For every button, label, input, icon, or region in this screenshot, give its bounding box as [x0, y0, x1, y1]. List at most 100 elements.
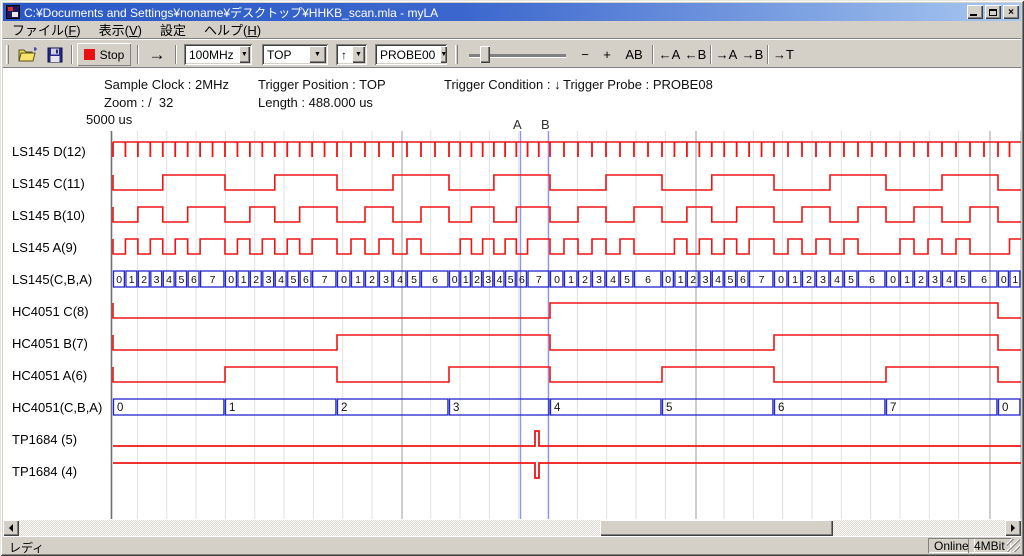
save-file-button[interactable] — [42, 43, 67, 66]
svg-text:5: 5 — [411, 274, 417, 286]
zoom-slider-thumb[interactable] — [480, 46, 490, 63]
svg-text:4: 4 — [946, 274, 952, 286]
channel-trace-5 — [113, 303, 1021, 318]
svg-text:0: 0 — [116, 274, 122, 286]
svg-text:6: 6 — [303, 274, 309, 286]
stop-button[interactable]: Stop — [77, 43, 131, 66]
scroll-right-button[interactable] — [1005, 520, 1021, 536]
dropdown-arrow-icon[interactable]: ▼ — [239, 46, 250, 63]
channel-trace-7 — [113, 367, 1021, 382]
horizontal-scrollbar[interactable] — [3, 520, 1021, 536]
bus-cell — [663, 399, 773, 415]
goto-trigger-button[interactable]: →T — [771, 43, 796, 66]
svg-text:1: 1 — [355, 274, 361, 286]
svg-text:4: 4 — [834, 274, 840, 286]
svg-text:1: 1 — [792, 274, 798, 286]
goto-cursor-a-button[interactable]: →A — [714, 43, 739, 66]
svg-text:4: 4 — [554, 402, 561, 414]
channel-trace-10 — [113, 463, 1021, 478]
svg-text:2: 2 — [582, 274, 588, 286]
menu-item[interactable]: ファイル(F) — [3, 19, 90, 40]
svg-text:6: 6 — [645, 274, 651, 286]
open-file-button[interactable] — [15, 43, 40, 66]
channel-trace-0 — [113, 142, 1021, 157]
app-icon — [6, 5, 20, 19]
bus-cell — [114, 399, 224, 415]
dropdown-arrow-icon[interactable]: ▼ — [309, 46, 326, 63]
svg-text:6: 6 — [869, 274, 875, 286]
toolbar-separator — [767, 45, 769, 64]
status-bar: レディ Online 4MBit — [3, 536, 1021, 553]
svg-text:3: 3 — [453, 402, 459, 414]
svg-text:5: 5 — [848, 274, 854, 286]
svg-text:5: 5 — [179, 274, 185, 286]
svg-text:0: 0 — [890, 274, 896, 286]
svg-text:3: 3 — [266, 274, 272, 286]
plus-icon: + — [603, 47, 611, 62]
dropdown-arrow-icon[interactable]: ▼ — [440, 46, 447, 63]
menu-item[interactable]: 設定 — [151, 19, 195, 40]
svg-text:2: 2 — [918, 274, 924, 286]
svg-text:0: 0 — [554, 274, 560, 286]
zoom-ab-button[interactable]: AB — [621, 43, 647, 66]
svg-text:6: 6 — [432, 274, 438, 286]
svg-text:1: 1 — [129, 274, 135, 286]
trigger-probe-select[interactable]: PROBE00 ▼ — [375, 44, 447, 65]
waveform-svg[interactable]: 0123456701234567012345601234567012345601… — [3, 69, 1021, 536]
svg-text:1: 1 — [904, 274, 910, 286]
maximize-icon — [989, 9, 997, 16]
maximize-button[interactable] — [985, 5, 1001, 19]
channel-trace-6 — [113, 335, 1021, 350]
svg-text:5: 5 — [960, 274, 966, 286]
set-cursor-a-button[interactable]: ←A — [657, 43, 682, 66]
svg-text:7: 7 — [210, 274, 216, 286]
toolbar: Stop → 100MHz ▼ TOP ▼ ↑ ▼ PROBE00 ▼ − + … — [3, 41, 1021, 68]
svg-text:3: 3 — [703, 274, 709, 286]
svg-text:6: 6 — [191, 274, 197, 286]
menu-item[interactable]: ヘルプ(H) — [195, 19, 270, 40]
sample-clock-select[interactable]: 100MHz ▼ — [184, 44, 252, 65]
svg-text:0: 0 — [778, 274, 784, 286]
trigger-position-value: TOP — [262, 48, 307, 62]
svg-text:3: 3 — [596, 274, 602, 286]
resize-grip[interactable] — [1007, 539, 1020, 552]
bus-cell — [338, 399, 448, 415]
waveform-client-area: Sample Clock : 2MHz Trigger Position : T… — [3, 69, 1021, 536]
app-window: C:¥Documents and Settings¥noname¥デスクトップ¥… — [0, 0, 1024, 556]
svg-text:6: 6 — [981, 274, 987, 286]
svg-text:0: 0 — [341, 274, 347, 286]
right-a-icon: →A — [716, 47, 738, 62]
scroll-left-button[interactable] — [3, 520, 19, 536]
svg-text:3: 3 — [820, 274, 826, 286]
channel-trace-8: 012345670 — [114, 399, 1020, 415]
toolbar-separator — [71, 45, 73, 64]
bus-cell — [226, 399, 336, 415]
run-button[interactable]: → — [143, 43, 171, 66]
close-button[interactable]: × — [1003, 5, 1019, 19]
goto-cursor-b-button[interactable]: →B — [740, 43, 765, 66]
menu-item[interactable]: 表示(V) — [90, 19, 151, 40]
svg-text:7: 7 — [890, 402, 896, 414]
trigger-probe-value: PROBE00 — [375, 48, 438, 62]
svg-text:1: 1 — [568, 274, 574, 286]
svg-text:5: 5 — [291, 274, 297, 286]
svg-text:0: 0 — [1001, 274, 1007, 286]
trigger-edge-select[interactable]: ↑ ▼ — [336, 44, 367, 65]
scrollbar-thumb[interactable] — [600, 520, 833, 536]
svg-text:4: 4 — [497, 274, 503, 286]
toolbar-separator — [652, 45, 654, 64]
toolbar-grip — [6, 45, 9, 64]
minimize-button[interactable] — [967, 5, 983, 19]
svg-text:2: 2 — [369, 274, 375, 286]
zoom-out-button[interactable]: − — [575, 43, 595, 66]
zoom-in-button[interactable]: + — [597, 43, 617, 66]
dropdown-arrow-icon[interactable]: ▼ — [352, 46, 365, 63]
svg-text:2: 2 — [253, 274, 259, 286]
svg-text:3: 3 — [932, 274, 938, 286]
svg-text:1: 1 — [678, 274, 684, 286]
trigger-position-select[interactable]: TOP ▼ — [262, 44, 328, 65]
svg-text:4: 4 — [278, 274, 284, 286]
svg-text:3: 3 — [485, 274, 491, 286]
set-cursor-b-button[interactable]: ←B — [683, 43, 708, 66]
svg-text:7: 7 — [536, 274, 542, 286]
